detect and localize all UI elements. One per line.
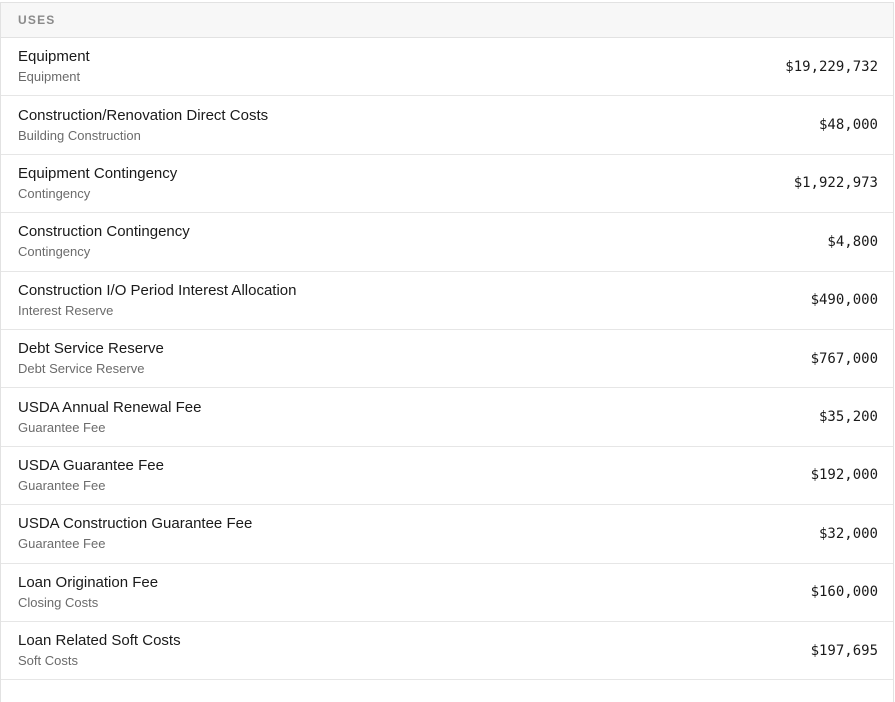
row-category: Guarantee Fee bbox=[18, 477, 106, 493]
row-amount: $490,000 bbox=[810, 292, 878, 309]
row-name: Equipment Contingency bbox=[18, 164, 178, 182]
row-text: Construction Contingency Contingency bbox=[18, 222, 190, 261]
uses-row[interactable]: Equipment Contingency Contingency $1,922… bbox=[1, 155, 893, 214]
row-text: Equipment Equipment bbox=[18, 47, 90, 86]
row-category: Contingency bbox=[18, 244, 91, 260]
row-text: Construction I/O Period Interest Allocat… bbox=[18, 281, 296, 320]
row-amount: $192,000 bbox=[810, 467, 878, 484]
row-amount: $48,000 bbox=[818, 117, 878, 134]
uses-row[interactable]: Loan Origination Fee Closing Costs $160,… bbox=[1, 564, 893, 622]
row-category: Soft Costs bbox=[18, 653, 78, 669]
row-category: Debt Service Reserve bbox=[18, 361, 145, 377]
row-name: USDA Construction Guarantee Fee bbox=[18, 515, 253, 533]
row-category: Interest Reserve bbox=[18, 302, 114, 318]
row-category: Guarantee Fee bbox=[18, 536, 106, 552]
row-amount: $4,800 bbox=[827, 233, 878, 250]
row-category: Building Construction bbox=[18, 127, 141, 143]
row-name: Construction/Renovation Direct Costs bbox=[18, 106, 269, 124]
row-amount: $19,229,732 bbox=[785, 58, 878, 75]
row-amount: $197,695 bbox=[810, 642, 878, 659]
row-name: USDA Guarantee Fee bbox=[18, 456, 164, 474]
row-text: USDA Annual Renewal Fee Guarantee Fee bbox=[18, 398, 201, 437]
uses-panel: USES Equipment Equipment $19,229,732 Con… bbox=[0, 2, 894, 702]
row-amount: $32,000 bbox=[818, 525, 878, 542]
uses-row[interactable]: Construction/Renovation Direct Costs Bui… bbox=[1, 96, 893, 155]
uses-row[interactable]: USDA Guarantee Fee Guarantee Fee $192,00… bbox=[1, 447, 893, 506]
row-text: USDA Guarantee Fee Guarantee Fee bbox=[18, 456, 164, 495]
row-text: Construction/Renovation Direct Costs Bui… bbox=[18, 106, 268, 145]
uses-row[interactable]: Construction Contingency Contingency $4,… bbox=[1, 213, 893, 272]
row-text: Debt Service Reserve Debt Service Reserv… bbox=[18, 339, 164, 378]
section-title: USES bbox=[18, 13, 56, 27]
row-name: Construction Contingency bbox=[18, 223, 190, 241]
row-text: Loan Related Soft Costs Soft Costs bbox=[18, 631, 181, 670]
row-text: Loan Origination Fee Closing Costs bbox=[18, 573, 158, 612]
uses-row[interactable]: Construction I/O Period Interest Allocat… bbox=[1, 272, 893, 330]
row-name: Loan Related Soft Costs bbox=[18, 632, 181, 650]
uses-row[interactable]: Debt Service Reserve Debt Service Reserv… bbox=[1, 330, 893, 389]
row-name: Loan Origination Fee bbox=[18, 573, 159, 591]
row-category: Contingency bbox=[18, 185, 91, 201]
row-category: Guarantee Fee bbox=[18, 419, 106, 435]
uses-row[interactable]: USDA Annual Renewal Fee Guarantee Fee $3… bbox=[1, 388, 893, 447]
row-text: USDA Construction Guarantee Fee Guarante… bbox=[18, 514, 252, 553]
row-amount: $35,200 bbox=[818, 409, 878, 426]
row-amount: $160,000 bbox=[810, 584, 878, 601]
uses-row[interactable]: Loan Related Soft Costs Soft Costs $197,… bbox=[1, 622, 893, 681]
row-amount: $1,922,973 bbox=[793, 175, 878, 192]
row-category: Closing Costs bbox=[18, 594, 99, 610]
uses-row[interactable]: USDA Construction Guarantee Fee Guarante… bbox=[1, 505, 893, 564]
section-header: USES bbox=[1, 3, 893, 38]
row-name: Debt Service Reserve bbox=[18, 340, 164, 358]
row-name: Equipment bbox=[18, 48, 90, 66]
row-name: Construction I/O Period Interest Allocat… bbox=[18, 281, 297, 299]
row-name: USDA Annual Renewal Fee bbox=[18, 398, 202, 416]
row-text: Equipment Contingency Contingency bbox=[18, 164, 177, 203]
row-category: Equipment bbox=[18, 69, 81, 85]
uses-row[interactable]: Equipment Equipment $19,229,732 bbox=[1, 38, 893, 97]
row-amount: $767,000 bbox=[810, 350, 878, 367]
